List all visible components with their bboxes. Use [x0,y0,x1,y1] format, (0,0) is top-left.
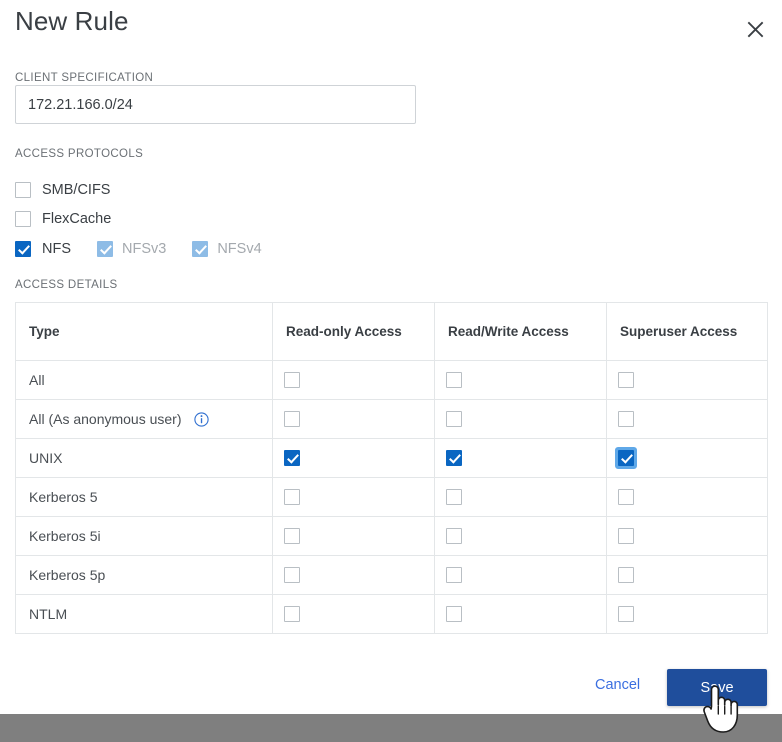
protocol-label-smb-cifs: SMB/CIFS [42,182,110,198]
checkbox-readwrite[interactable] [446,489,462,505]
client-specification-input[interactable] [15,85,416,124]
table-row: All (As anonymous user) [16,400,768,439]
checkbox-flexcache[interactable] [15,211,31,227]
table-row: NTLM [16,595,768,634]
table-header-row: Type Read-only Access Read/Write Access … [16,303,768,361]
cell-superuser[interactable] [607,361,768,400]
checkbox-superuser[interactable] [618,606,634,622]
table-row: Kerberos 5 [16,478,768,517]
protocol-label-nfs: NFS [42,241,71,257]
cell-superuser[interactable] [607,439,768,478]
protocol-row-flexcache[interactable]: FlexCache [15,210,111,228]
cell-superuser[interactable] [607,400,768,439]
cell-readwrite[interactable] [435,595,607,634]
cell-type: Kerberos 5i [16,517,273,556]
row-type-label: All (As anonymous user) [29,411,182,427]
column-header-readwrite: Read/Write Access [435,303,607,361]
bottom-strip [0,714,782,742]
cell-readonly[interactable] [273,517,435,556]
cell-superuser[interactable] [607,556,768,595]
cell-type: All [16,361,273,400]
access-protocols-label: ACCESS PROTOCOLS [15,148,143,160]
cell-type: Kerberos 5 [16,478,273,517]
checkbox-readwrite[interactable] [446,567,462,583]
checkbox-readonly[interactable] [284,606,300,622]
table-row: All [16,361,768,400]
info-icon[interactable] [194,412,209,427]
save-button[interactable]: Save [667,669,767,706]
cell-readwrite[interactable] [435,556,607,595]
row-type-label: UNIX [29,450,62,466]
row-type-label: All [29,372,45,388]
row-type-label: NTLM [29,606,67,622]
column-header-superuser: Superuser Access [607,303,768,361]
table-row: UNIX [16,439,768,478]
checkbox-superuser[interactable] [618,411,634,427]
cell-readonly[interactable] [273,556,435,595]
checkbox-smb-cifs[interactable] [15,182,31,198]
cell-readonly[interactable] [273,439,435,478]
checkbox-readwrite[interactable] [446,450,462,466]
checkbox-readwrite[interactable] [446,606,462,622]
protocol-row-nfs[interactable]: NFS NFSv3 NFSv4 [15,240,262,258]
checkbox-readonly[interactable] [284,372,300,388]
cell-readwrite[interactable] [435,361,607,400]
cell-superuser[interactable] [607,595,768,634]
protocol-label-nfsv3: NFSv3 [122,241,166,257]
table-row: Kerberos 5p [16,556,768,595]
row-type-label: Kerberos 5i [29,528,101,544]
checkbox-superuser[interactable] [618,450,634,466]
checkbox-readwrite[interactable] [446,528,462,544]
protocol-row-nfsv3: NFSv3 [97,241,166,257]
protocol-label-nfsv4: NFSv4 [217,241,261,257]
cell-type: NTLM [16,595,273,634]
cell-type: UNIX [16,439,273,478]
checkbox-nfs[interactable] [15,241,31,257]
cell-readonly[interactable] [273,361,435,400]
checkbox-superuser[interactable] [618,489,634,505]
cell-readwrite[interactable] [435,517,607,556]
cell-superuser[interactable] [607,478,768,517]
table-row: Kerberos 5i [16,517,768,556]
page-title: New Rule [15,6,129,37]
protocol-row-smb[interactable]: SMB/CIFS [15,181,110,199]
checkbox-superuser[interactable] [618,528,634,544]
close-icon[interactable] [738,12,772,46]
checkbox-superuser[interactable] [618,567,634,583]
column-header-readonly: Read-only Access [273,303,435,361]
checkbox-nfsv4 [192,241,208,257]
cell-readwrite[interactable] [435,400,607,439]
cell-readonly[interactable] [273,400,435,439]
checkbox-readonly[interactable] [284,411,300,427]
cell-readonly[interactable] [273,595,435,634]
access-details-table: Type Read-only Access Read/Write Access … [15,302,768,634]
access-details-label: ACCESS DETAILS [15,279,117,291]
cell-readwrite[interactable] [435,439,607,478]
checkbox-readonly[interactable] [284,450,300,466]
checkbox-readonly[interactable] [284,528,300,544]
checkbox-readwrite[interactable] [446,372,462,388]
column-header-type: Type [16,303,273,361]
cell-type: All (As anonymous user) [16,400,273,439]
checkbox-readonly[interactable] [284,567,300,583]
checkbox-superuser[interactable] [618,372,634,388]
checkbox-readwrite[interactable] [446,411,462,427]
new-rule-dialog: New Rule CLIENT SPECIFICATION ACCESS PRO… [0,0,782,714]
row-type-label: Kerberos 5p [29,567,105,583]
cell-readonly[interactable] [273,478,435,517]
cell-readwrite[interactable] [435,478,607,517]
cancel-button[interactable]: Cancel [595,677,640,693]
checkbox-readonly[interactable] [284,489,300,505]
protocol-label-flexcache: FlexCache [42,211,111,227]
client-specification-label: CLIENT SPECIFICATION [15,72,153,84]
cell-type: Kerberos 5p [16,556,273,595]
cell-superuser[interactable] [607,517,768,556]
row-type-label: Kerberos 5 [29,489,97,505]
protocol-row-nfsv4: NFSv4 [192,241,261,257]
checkbox-nfsv3 [97,241,113,257]
